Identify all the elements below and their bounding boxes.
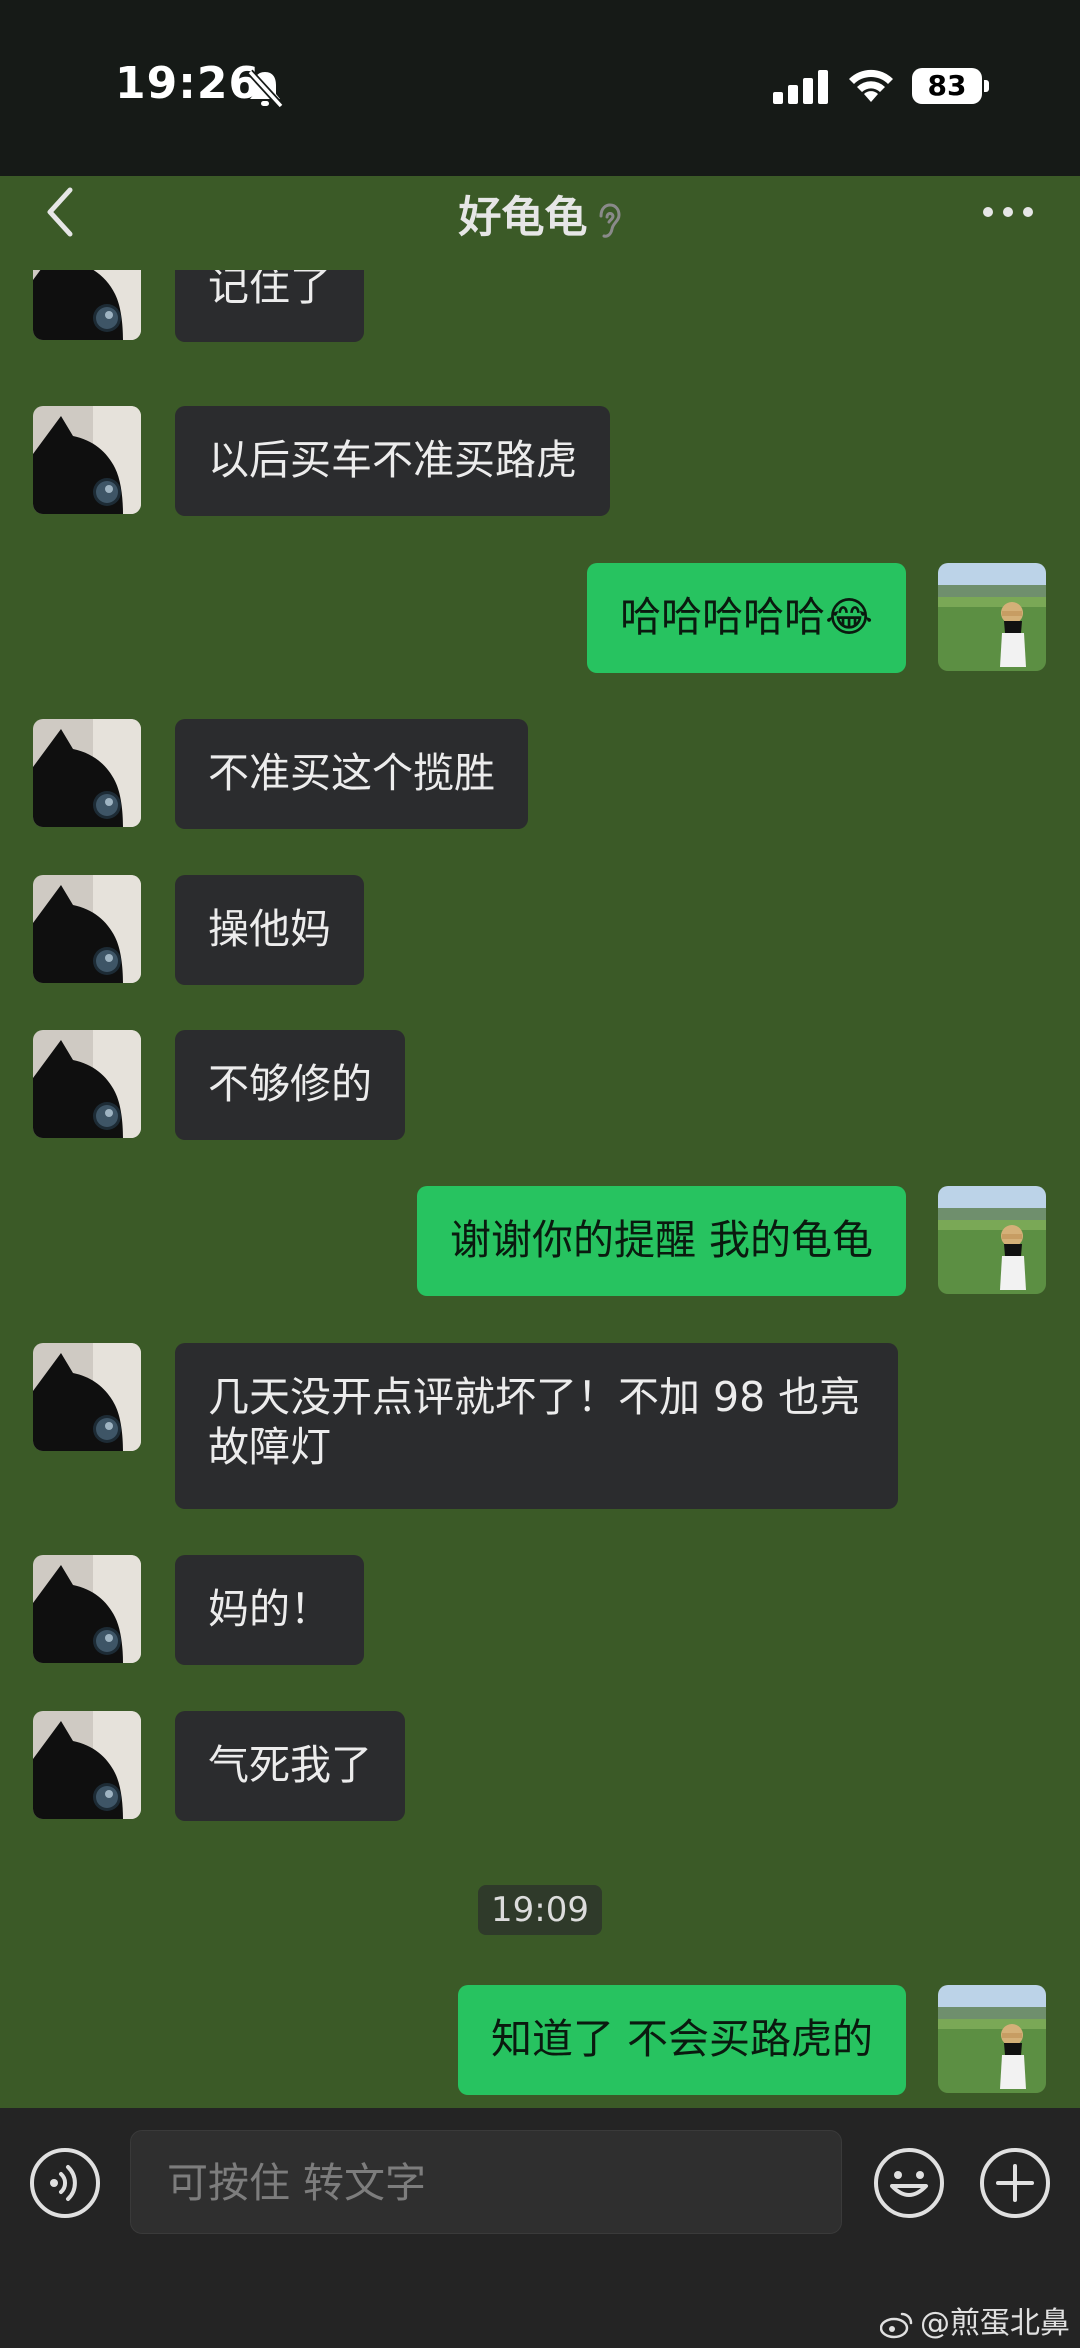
plus-button[interactable] xyxy=(978,2146,1052,2220)
message-bubble-incoming[interactable]: 以后买车不准买路虎 xyxy=(175,406,610,516)
chat-area[interactable]: 记住了 以后买车不准买路虎 哈哈哈哈哈😂 不准买这个揽胜 操他妈 不够修的 谢谢… xyxy=(0,270,1080,2110)
message-bubble-outgoing[interactable]: 哈哈哈哈哈😂 xyxy=(587,563,906,673)
contact-name: 好龟龟 xyxy=(458,193,588,243)
contact-avatar[interactable] xyxy=(33,270,141,340)
contact-avatar[interactable] xyxy=(33,1030,141,1138)
contact-avatar[interactable] xyxy=(33,1343,141,1451)
watermark: @煎蛋北鼻 xyxy=(880,2298,1070,2342)
contact-avatar[interactable] xyxy=(33,875,141,983)
my-avatar[interactable] xyxy=(938,563,1046,671)
message-bubble-incoming[interactable]: 操他妈 xyxy=(175,875,364,985)
message-bubble-incoming[interactable]: 记住了 xyxy=(175,270,364,342)
more-options-button[interactable] xyxy=(980,202,1036,222)
weibo-icon xyxy=(880,2312,913,2338)
message-bubble-incoming[interactable]: 妈的！ xyxy=(175,1555,364,1665)
cellular-signal-icon xyxy=(773,70,828,104)
my-avatar[interactable] xyxy=(938,1985,1046,2093)
message-bubble-outgoing[interactable]: 谢谢你的提醒 我的龟龟 xyxy=(416,1186,906,1296)
ear-icon xyxy=(599,202,621,238)
muted-bell-icon xyxy=(247,69,284,109)
message-bubble-incoming[interactable]: 不够修的 xyxy=(175,1030,405,1140)
battery-icon: 83 xyxy=(912,68,982,104)
emoji-button[interactable] xyxy=(872,2146,946,2220)
contact-avatar[interactable] xyxy=(33,719,141,827)
chat-title: 好龟龟 xyxy=(0,183,1080,245)
battery-tip xyxy=(984,80,989,92)
contact-avatar[interactable] xyxy=(33,1555,141,1663)
my-avatar[interactable] xyxy=(938,1186,1046,1294)
message-bubble-incoming[interactable]: 不准买这个揽胜 xyxy=(175,719,528,829)
contact-avatar[interactable] xyxy=(33,1711,141,1819)
message-bubble-incoming[interactable]: 几天没开点评就坏了！不加 98 也亮故障灯 xyxy=(175,1343,898,1509)
message-bubble-incoming[interactable]: 气死我了 xyxy=(175,1711,405,1821)
message-input[interactable]: 可按住 转文字 xyxy=(130,2130,842,2234)
watermark-text: @煎蛋北鼻 xyxy=(920,2306,1070,2341)
message-timestamp: 19:09 xyxy=(478,1885,602,1935)
voice-input-button[interactable] xyxy=(28,2146,102,2220)
contact-avatar[interactable] xyxy=(33,406,141,514)
status-time: 19:26 xyxy=(115,58,261,109)
message-bubble-outgoing[interactable]: 知道了 不会买路虎的 xyxy=(457,1985,906,2095)
wifi-icon xyxy=(849,69,893,102)
